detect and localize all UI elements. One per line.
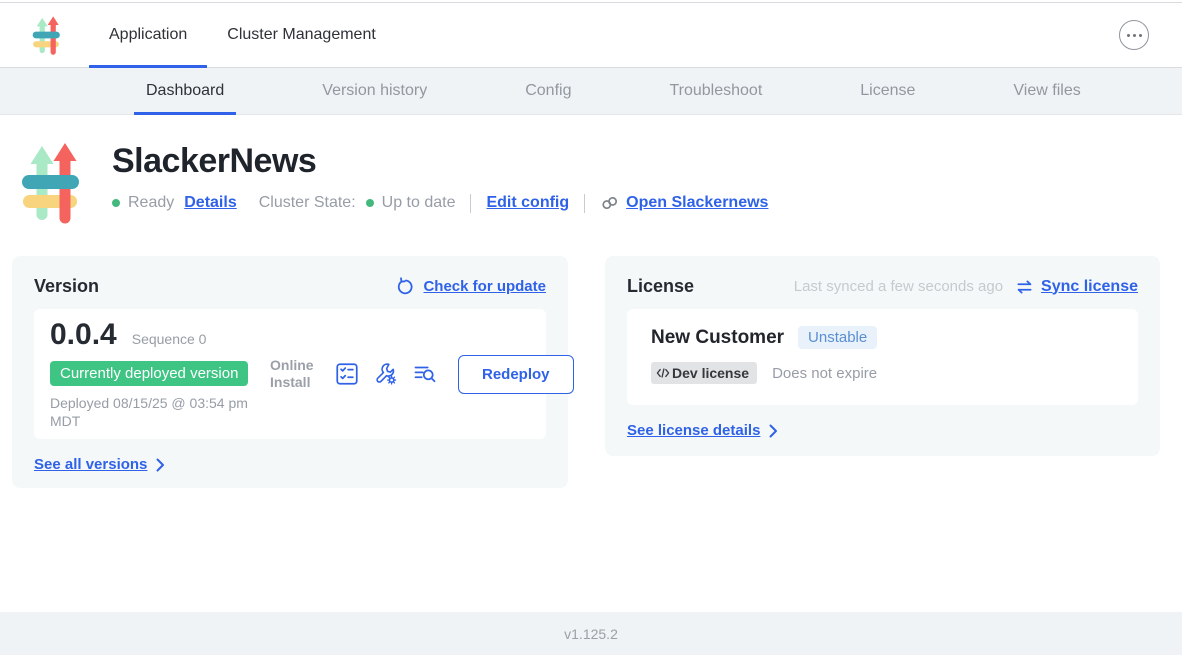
chain-link-icon	[600, 193, 620, 213]
see-license-details-link[interactable]: See license details	[627, 422, 760, 439]
version-info: 0.0.4 Sequence 0 Currently deployed vers…	[50, 318, 270, 430]
version-number: 0.0.4	[50, 318, 117, 352]
subnav-version-history-label: Version history	[322, 82, 427, 100]
license-summary-panel: New Customer Unstable Dev license	[627, 309, 1138, 405]
subnav-item-version-history[interactable]: Version history	[310, 68, 439, 114]
subnav-item-troubleshoot[interactable]: Troubleshoot	[657, 68, 774, 114]
channel-badge: Unstable	[798, 326, 877, 349]
console-footer: v1.125.2	[0, 612, 1182, 655]
chevron-right-icon	[769, 424, 778, 438]
subnav-item-config[interactable]: Config	[513, 68, 583, 114]
tab-cluster-management[interactable]: Cluster Management	[207, 3, 396, 67]
app-status-dot-icon	[112, 199, 120, 207]
details-link[interactable]: Details	[184, 194, 236, 212]
app-status-text: Ready	[128, 194, 174, 212]
sequence-label: Sequence 0	[132, 331, 207, 347]
cluster-state-label: Cluster State:	[259, 194, 356, 212]
see-license-details-group[interactable]: See license details	[627, 422, 778, 439]
ellipsis-icon	[1127, 34, 1142, 37]
license-type-badge: Dev license	[651, 362, 757, 384]
open-slackernews-link[interactable]: Open Slackernews	[626, 194, 768, 212]
subnav-license-label: License	[860, 82, 915, 100]
main-content: SlackerNews Ready Details Cluster State:…	[0, 115, 1182, 612]
subnav-item-dashboard[interactable]: Dashboard	[134, 68, 236, 114]
subnav-dashboard-label: Dashboard	[146, 82, 224, 100]
redeploy-button[interactable]: Redeploy	[458, 355, 574, 394]
page-title: SlackerNews	[112, 142, 768, 181]
view-logs-search-icon[interactable]	[412, 361, 438, 387]
replicated-hash-arrows-logo-small	[30, 14, 63, 56]
license-expiration: Does not expire	[772, 365, 877, 382]
divider	[470, 194, 471, 213]
license-card: License Last synced a few seconds ago Sy…	[605, 256, 1160, 456]
app-header: SlackerNews Ready Details Cluster State:…	[0, 115, 1182, 226]
sync-license-group[interactable]: Sync license	[1015, 278, 1138, 296]
sync-license-link[interactable]: Sync license	[1041, 278, 1138, 296]
overflow-menu-button[interactable]	[1119, 20, 1149, 50]
subnav-item-license[interactable]: License	[848, 68, 927, 114]
deployed-status-badge: Currently deployed version	[50, 361, 248, 386]
open-app-group[interactable]: Open Slackernews	[600, 193, 768, 213]
version-card: Version Check for update 0.0.4 Sequ	[12, 256, 568, 488]
code-icon	[656, 367, 670, 379]
subnav-item-view-files[interactable]: View files	[1001, 68, 1092, 114]
sync-arrows-icon	[1015, 278, 1034, 296]
last-synced-text: Last synced a few seconds ago	[794, 278, 1003, 295]
current-version-panel: 0.0.4 Sequence 0 Currently deployed vers…	[34, 309, 546, 439]
license-type-badge-label: Dev license	[672, 365, 749, 381]
see-all-versions-group[interactable]: See all versions	[34, 456, 165, 473]
dashboard-cards: Version Check for update 0.0.4 Sequ	[12, 256, 1160, 488]
slackernews-hash-arrows-logo	[22, 138, 80, 226]
chevron-right-icon	[156, 458, 165, 472]
config-wrench-icon[interactable]	[373, 361, 399, 387]
customer-name: New Customer	[651, 327, 784, 349]
check-for-update-group[interactable]: Check for update	[396, 277, 546, 296]
top-tabs: Application Cluster Management	[89, 3, 396, 67]
see-all-versions-link[interactable]: See all versions	[34, 456, 147, 473]
top-nav: Application Cluster Management	[0, 3, 1182, 68]
edit-config-link[interactable]: Edit config	[486, 194, 569, 212]
refresh-icon	[396, 277, 415, 296]
tab-application-label: Application	[109, 26, 187, 44]
check-for-update-link[interactable]: Check for update	[423, 278, 546, 295]
version-card-title: Version	[34, 276, 99, 297]
tab-cluster-management-label: Cluster Management	[227, 26, 376, 44]
console-version-label: v1.125.2	[564, 626, 618, 642]
app-status-row: Ready Details Cluster State: Up to date …	[112, 193, 768, 213]
cluster-state-value: Up to date	[382, 194, 456, 212]
tab-application[interactable]: Application	[89, 3, 207, 67]
deployed-timestamp: Deployed 08/15/25 @ 03:54 pm MDT	[50, 395, 270, 430]
install-type-label: Online Install	[270, 357, 321, 391]
preflight-checks-icon[interactable]	[334, 361, 360, 387]
license-card-title: License	[627, 276, 694, 297]
divider	[584, 194, 585, 213]
version-actions: Online Install	[270, 355, 574, 394]
subnav-troubleshoot-label: Troubleshoot	[669, 82, 762, 100]
subnav-config-label: Config	[525, 82, 571, 100]
subnav-view-files-label: View files	[1013, 82, 1080, 100]
cluster-state-dot-icon	[366, 199, 374, 207]
app-subnav: Dashboard Version history Config Trouble…	[0, 68, 1182, 115]
